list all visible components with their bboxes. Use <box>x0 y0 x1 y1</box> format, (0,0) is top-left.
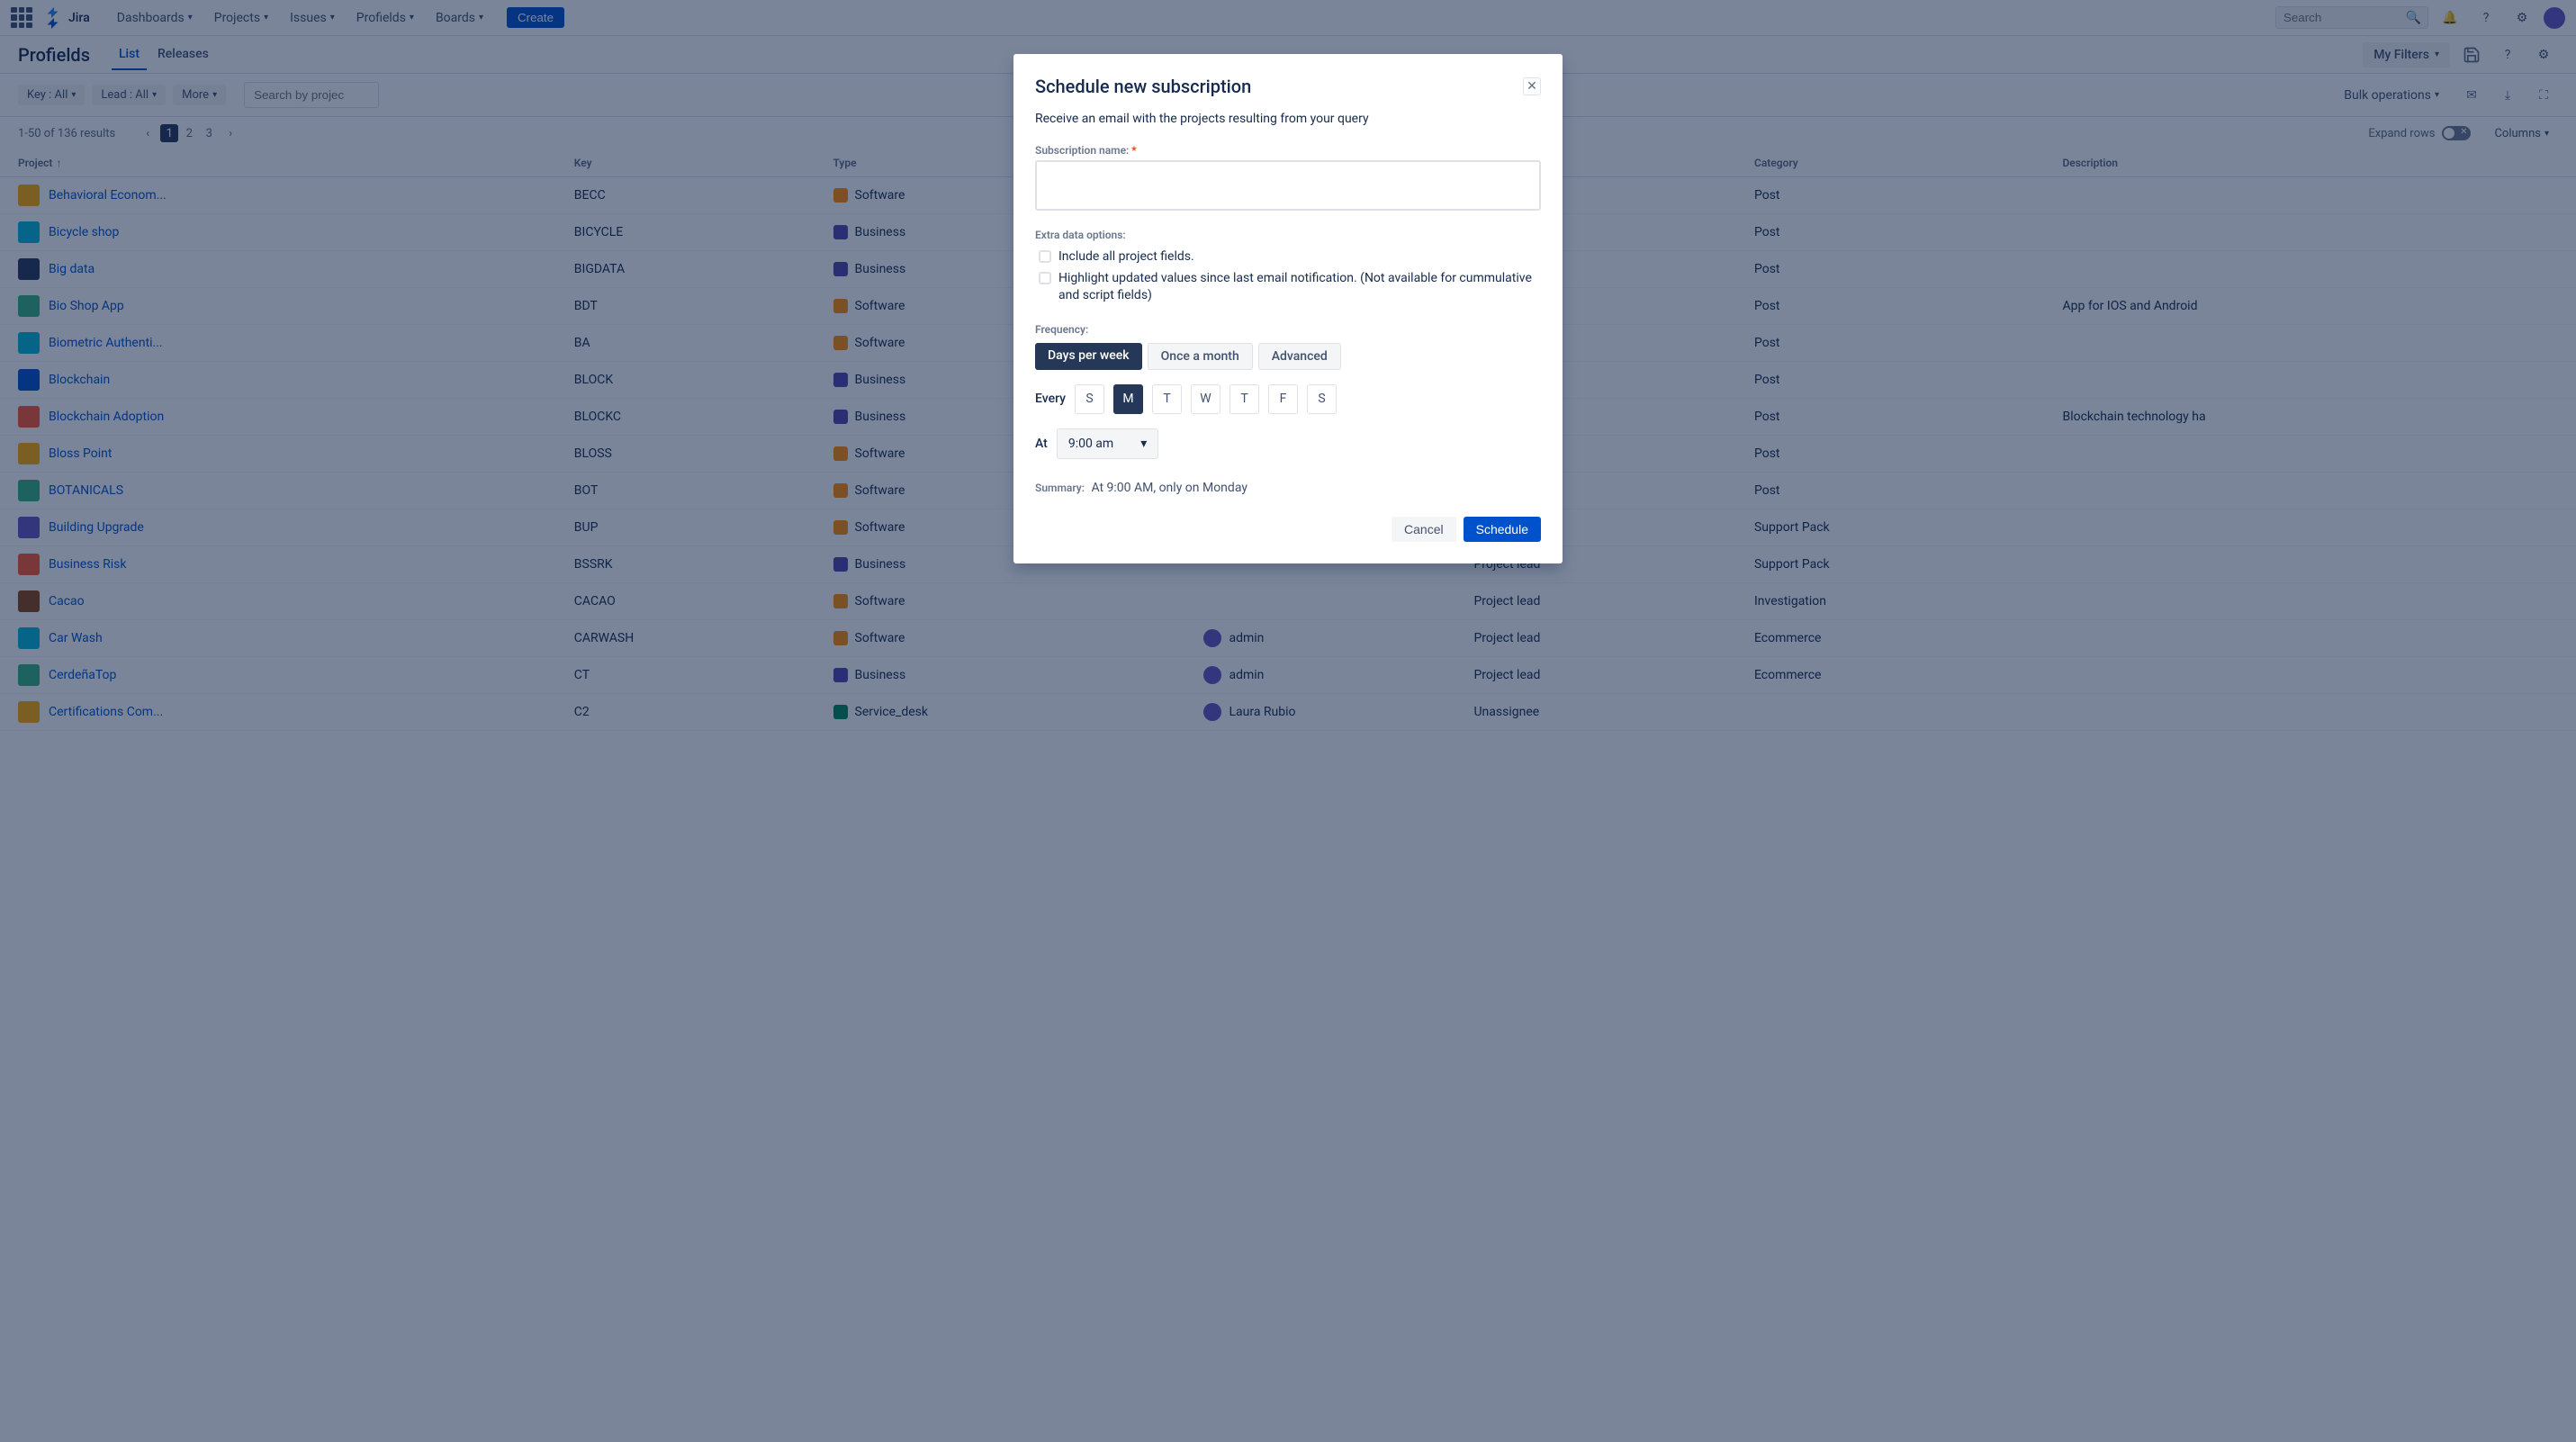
day-sun[interactable]: S <box>1075 384 1104 414</box>
highlight-updated-label: Highlight updated values since last emai… <box>1058 270 1541 305</box>
frequency-label: Frequency: <box>1035 323 1541 336</box>
cancel-button[interactable]: Cancel <box>1392 517 1456 542</box>
every-label: Every <box>1035 392 1066 406</box>
schedule-button[interactable]: Schedule <box>1464 517 1541 542</box>
day-wed[interactable]: W <box>1191 384 1220 414</box>
day-thu[interactable]: T <box>1229 384 1259 414</box>
chevron-down-icon: ▾ <box>1140 437 1147 451</box>
include-all-fields-checkbox[interactable] <box>1039 250 1051 263</box>
extra-data-label: Extra data options: <box>1035 229 1541 241</box>
day-sat[interactable]: S <box>1307 384 1337 414</box>
day-mon[interactable]: M <box>1113 384 1143 414</box>
highlight-updated-checkbox[interactable] <box>1039 272 1051 284</box>
at-label: At <box>1035 437 1048 451</box>
freq-once-a-month[interactable]: Once a month <box>1148 343 1253 370</box>
include-all-fields-label: Include all project fields. <box>1058 248 1194 266</box>
modal-overlay: Schedule new subscription ✕ Receive an e… <box>0 0 2576 1442</box>
day-tue[interactable]: T <box>1152 384 1182 414</box>
schedule-subscription-modal: Schedule new subscription ✕ Receive an e… <box>1013 54 1563 563</box>
close-icon[interactable]: ✕ <box>1523 77 1541 95</box>
summary-text: At 9:00 AM, only on Monday <box>1091 481 1247 495</box>
time-select[interactable]: 9:00 am ▾ <box>1057 428 1158 459</box>
day-fri[interactable]: F <box>1268 384 1298 414</box>
modal-title: Schedule new subscription <box>1035 76 1251 97</box>
summary-label: Summary: <box>1035 482 1085 494</box>
modal-description: Receive an email with the projects resul… <box>1035 112 1541 126</box>
subscription-name-input[interactable] <box>1035 160 1541 211</box>
subscription-name-label: Subscription name: * <box>1035 144 1541 157</box>
freq-advanced[interactable]: Advanced <box>1258 343 1341 370</box>
freq-days-per-week[interactable]: Days per week <box>1035 343 1142 370</box>
